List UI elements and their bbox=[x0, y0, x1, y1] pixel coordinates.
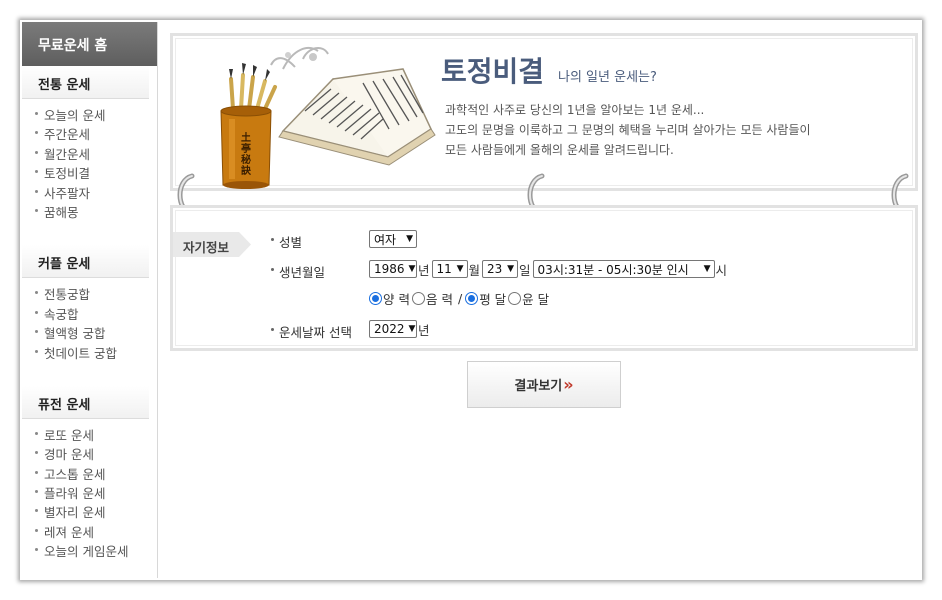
solar-radio[interactable]: 양 력 bbox=[369, 289, 410, 308]
sidebar-item-flower[interactable]: 플라워 운세 bbox=[22, 483, 157, 502]
gender-select[interactable]: 여자 ▼ bbox=[369, 230, 417, 248]
chevron-down-icon: ▼ bbox=[408, 264, 416, 274]
sidebar-group-title: 전통 운세 bbox=[22, 66, 149, 99]
gender-label: 성별 bbox=[279, 235, 303, 250]
page-subtitle: 나의 일년 운세는? bbox=[558, 70, 657, 85]
fortune-date-label: 운세날짜 선택 bbox=[279, 325, 352, 340]
bullet-icon bbox=[271, 238, 274, 241]
normal-month-radio[interactable]: 평 달 bbox=[465, 289, 506, 308]
sidebar-item-tojeong[interactable]: 토정비결 bbox=[22, 163, 157, 182]
sidebar-item-today[interactable]: 오늘의 운세 bbox=[22, 105, 157, 124]
bullet-icon bbox=[35, 349, 38, 353]
sidebar-item-blood-match[interactable]: 혈액형 궁합 bbox=[22, 323, 157, 342]
sidebar-group-fusion: 퓨전 운세 로또 운세 경마 운세 고스톱 운세 플라워 운세 별자리 운세 레… bbox=[22, 385, 157, 561]
bullet-icon bbox=[35, 208, 38, 212]
bullet-icon bbox=[271, 268, 274, 271]
sidebar-item-lotto[interactable]: 로또 운세 bbox=[22, 425, 157, 444]
bullet-icon bbox=[35, 189, 38, 193]
personal-info-form: 자기정보 성별 여자 ▼ 생년월일 1986 ▼ 년 11 ▼ 월 23 ▼ 일 03시… bbox=[170, 205, 918, 351]
double-chevron-right-icon: » bbox=[563, 375, 574, 394]
bullet-icon bbox=[35, 470, 38, 474]
sidebar-item-horse-race[interactable]: 경마 운세 bbox=[22, 444, 157, 463]
sidebar-item-traditional-match[interactable]: 전통궁합 bbox=[22, 284, 157, 303]
radio-checked-icon bbox=[369, 291, 382, 305]
bullet-icon bbox=[35, 431, 38, 435]
bullet-icon bbox=[35, 150, 38, 154]
sidebar-item-saju[interactable]: 사주팔자 bbox=[22, 183, 157, 202]
fortune-year-select[interactable]: 2022 ▼ bbox=[369, 320, 417, 338]
sidebar-group-title: 퓨전 운세 bbox=[22, 385, 149, 419]
sidebar-item-dream[interactable]: 꿈해몽 bbox=[22, 202, 157, 221]
sidebar-item-game[interactable]: 오늘의 게임운세 bbox=[22, 541, 157, 560]
page-title: 토정비결 bbox=[441, 55, 545, 88]
chevron-down-icon: ▼ bbox=[406, 234, 413, 244]
birth-time-select[interactable]: 03시:31분 - 05시:30분 인시 ▼ bbox=[532, 260, 715, 278]
sidebar-group-traditional: 전통 운세 오늘의 운세 주간운세 월간운세 토정비결 사주팔자 꿈해몽 bbox=[22, 66, 157, 221]
leap-month-radio[interactable]: 윤 달 bbox=[508, 289, 549, 308]
bullet-icon bbox=[35, 310, 38, 314]
bullet-icon bbox=[271, 328, 274, 331]
sidebar-item-first-date[interactable]: 첫데이트 궁합 bbox=[22, 343, 157, 362]
view-result-button[interactable]: 결과보기» bbox=[467, 361, 621, 408]
lunar-radio[interactable]: 음 력 bbox=[411, 289, 453, 308]
radio-checked-icon bbox=[465, 291, 479, 305]
sidebar-item-weekly[interactable]: 주간운세 bbox=[22, 124, 157, 143]
birth-year-select[interactable]: 1986 ▼ bbox=[369, 260, 417, 278]
chevron-down-icon: ▼ bbox=[408, 324, 416, 334]
sidebar-group-couple: 커플 운세 전통궁합 속궁합 혈액형 궁합 첫데이트 궁합 bbox=[22, 245, 157, 362]
bullet-icon bbox=[35, 528, 38, 532]
radio-unchecked-icon bbox=[508, 291, 522, 305]
sidebar-item-gostop[interactable]: 고스톱 운세 bbox=[22, 464, 157, 483]
chevron-down-icon: ▼ bbox=[507, 264, 515, 274]
sidebar: 무료운세 홈 전통 운세 오늘의 운세 주간운세 월간운세 토정비결 사주팔자 … bbox=[22, 22, 158, 578]
sidebar-item-inner-match[interactable]: 속궁합 bbox=[22, 304, 157, 323]
birth-month-select[interactable]: 11 ▼ bbox=[431, 260, 468, 278]
cup-inscription: 土亭秘訣 bbox=[241, 133, 251, 177]
sidebar-home-link[interactable]: 무료운세 홈 bbox=[22, 22, 157, 66]
page-frame: 무료운세 홈 전통 운세 오늘의 운세 주간운세 월간운세 토정비결 사주팔자 … bbox=[20, 20, 922, 580]
birth-day-select[interactable]: 23 ▼ bbox=[482, 260, 519, 278]
chevron-down-icon: ▼ bbox=[456, 264, 464, 274]
sidebar-group-title: 커플 운세 bbox=[22, 245, 149, 279]
banner-description: 과학적인 사주로 당신의 1년을 알아보는 1년 운세... 고도의 문명을 이… bbox=[445, 100, 811, 160]
sidebar-item-leisure[interactable]: 레져 운세 bbox=[22, 522, 157, 541]
section-tab-label: 자기정보 bbox=[183, 240, 230, 255]
banner-desc-line: 과학적인 사주로 당신의 1년을 알아보는 1년 운세... bbox=[445, 103, 705, 117]
banner: 土亭秘訣 토정비결 나의 일년 운세는? 과학적인 사주로 당신의 1년을 알아… bbox=[170, 33, 918, 191]
bullet-icon bbox=[35, 112, 38, 115]
sidebar-item-zodiac[interactable]: 별자리 운세 bbox=[22, 502, 157, 521]
birth-label: 생년월일 bbox=[279, 265, 326, 280]
banner-desc-line: 모든 사람들에게 올해의 운세를 알려드립니다. bbox=[445, 143, 674, 157]
radio-unchecked-icon bbox=[411, 291, 425, 305]
chevron-down-icon: ▼ bbox=[703, 264, 711, 274]
banner-desc-line: 고도의 문명을 이룩하고 그 문명의 혜택을 누리며 살아가는 모든 사람들이 bbox=[445, 123, 811, 137]
sidebar-item-monthly[interactable]: 월간운세 bbox=[22, 144, 157, 163]
section-tab: 자기정보 bbox=[173, 232, 251, 257]
